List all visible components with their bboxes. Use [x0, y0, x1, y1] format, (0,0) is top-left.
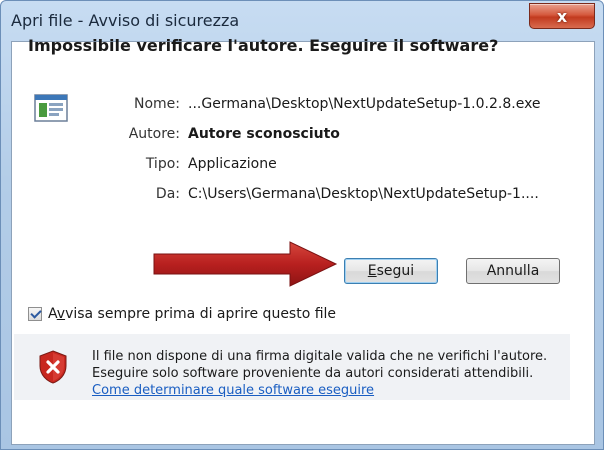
footer-line-2: Eseguire solo software proveniente da au… [92, 366, 534, 381]
always-ask-checkbox[interactable] [28, 307, 42, 321]
footer-line-1: Il file non dispone di una firma digital… [92, 349, 548, 364]
red-arrow-annotation [153, 241, 338, 287]
name-label: Nome: [133, 96, 180, 112]
close-button[interactable]: x [529, 3, 595, 29]
always-ask-label: Avvisa sempre prima di aprire questo fil… [48, 306, 337, 322]
close-icon: x [556, 6, 568, 26]
application-window-icon [34, 94, 68, 122]
cancel-button[interactable]: Annulla [466, 258, 560, 284]
footer-message: Il file non dispone di una firma digital… [92, 348, 547, 399]
run-button[interactable]: Esegui [344, 258, 438, 284]
always-ask-option[interactable]: Avvisa sempre prima di aprire questo fil… [28, 306, 336, 322]
author-value: Autore sconosciuto [188, 126, 340, 142]
window-title: Apri file - Avviso di sicurezza [11, 11, 240, 30]
dialog-heading: Impossibile verificare l'autore. Eseguir… [28, 36, 499, 55]
cancel-button-label: Annulla [486, 263, 540, 279]
title-bar[interactable]: Apri file - Avviso di sicurezza x [1, 1, 603, 41]
run-button-label: segui [376, 263, 415, 279]
run-button-mnemonic: E [367, 263, 377, 279]
help-link[interactable]: Come determinare quale software eseguire [92, 383, 374, 398]
from-label: Da: [155, 186, 180, 202]
name-value: ...Germana\Desktop\NextUpdateSetup-1.0.2… [188, 96, 541, 112]
from-value: C:\Users\Germana\Desktop\NextUpdateSetup… [188, 186, 539, 202]
type-value: Applicazione [188, 156, 277, 172]
author-label: Autore: [128, 126, 180, 142]
type-label: Tipo: [145, 156, 180, 172]
shield-error-icon [39, 350, 67, 384]
